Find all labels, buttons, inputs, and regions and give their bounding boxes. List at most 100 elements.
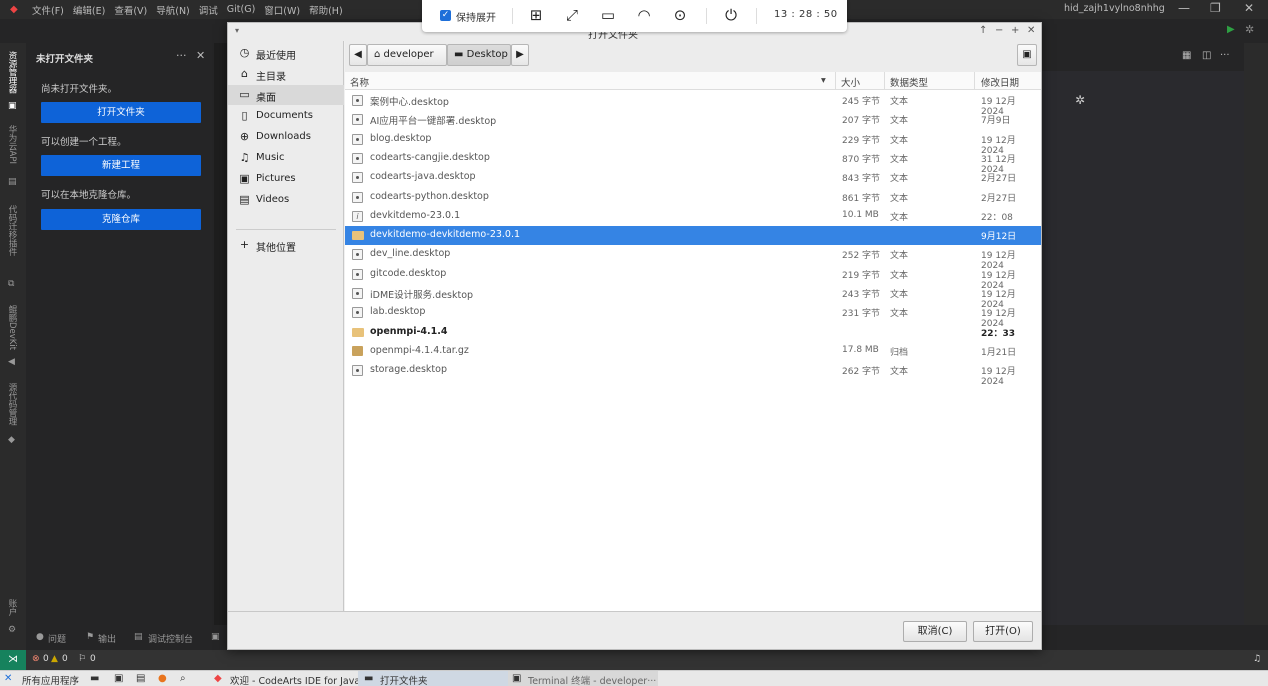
remote-indicator-icon[interactable]: ⋊ [0,650,26,670]
error-count[interactable]: 0 [43,654,49,664]
add-window-icon[interactable]: ⊞ [525,4,547,26]
explorer-icon[interactable]: ▣ [8,101,18,111]
cancel-button[interactable]: 取消(C) [903,621,967,642]
split-editor-icon[interactable]: ◫ [1202,50,1211,61]
show-desktop-icon[interactable]: ▬ [90,673,104,685]
place-videos[interactable]: ▤ Videos [228,190,344,210]
menu-file[interactable]: 文件(F) [32,3,64,17]
terminal-icon[interactable]: ▣ [211,632,220,642]
close-icon[interactable]: ✕ [1244,1,1254,15]
debug-settings-icon[interactable]: ✲ [1245,23,1254,36]
run-icon[interactable]: ▶ [1227,24,1235,35]
api-icon[interactable]: ▤ [8,177,18,187]
sidebar-close-icon[interactable]: ✕ [196,49,205,62]
file-row[interactable]: dev_line.desktop 252 字节 文本 19 12月 2024 [345,245,1041,271]
ports-count[interactable]: 0 [90,654,96,664]
menu-git[interactable]: Git(G) [227,4,256,15]
file-row[interactable]: openmpi-4.1.4 22：33 [345,323,1041,342]
menu-view[interactable]: 查看(V) [114,3,147,17]
file-row[interactable]: lab.desktop 231 字节 文本 19 12月 2024 [345,303,1041,329]
menu-help[interactable]: 帮助(H) [309,3,343,17]
ports-icon[interactable]: ⚐ [78,654,86,664]
file-row[interactable]: gitcode.desktop 219 字节 文本 19 12月 2024 [345,265,1041,291]
col-type[interactable]: 数据类型 [890,75,928,89]
settings-gear-icon[interactable]: ⚙ [8,625,18,635]
dialog-close-icon[interactable]: ✕ [1027,25,1035,36]
place-documents[interactable]: ▯ Documents [228,106,344,126]
tab-problems[interactable]: 问题 [48,632,66,645]
col-name[interactable]: 名称 [350,75,369,89]
file-row[interactable]: blog.desktop 229 字节 文本 19 12月 2024 [345,130,1041,156]
file-row[interactable]: 案例中心.desktop 245 字节 文本 19 12月 2024 [345,91,1041,117]
dialog-maximize-icon[interactable]: + [1011,25,1019,36]
notification-bell-icon[interactable]: ♫ [1253,654,1261,664]
more-icon[interactable]: ⊙ [669,4,691,26]
clone-repo-button[interactable]: 克隆仓库 [41,209,201,230]
network-icon[interactable]: ◠ [633,4,655,26]
activity-api[interactable]: 华为云API [6,125,18,164]
restore-icon[interactable]: ❐ [1210,1,1221,15]
power-icon[interactable]: ⏻ [720,4,742,26]
task-terminal[interactable]: Terminal 终端 - developer··· [528,673,656,686]
tab-output[interactable]: 输出 [98,632,116,645]
file-row[interactable]: devkitdemo-devkitdemo-23.0.1 9月12日 [345,226,1041,246]
window-menu-icon[interactable]: ▾ [235,26,239,35]
editor-more-icon[interactable]: ··· [1220,50,1230,61]
menu-navigate[interactable]: 导航(N) [156,3,190,17]
activity-account[interactable]: 账户 [6,599,18,616]
place-pictures[interactable]: ▣ Pictures [228,169,344,189]
display-icon[interactable]: ▭ [597,4,619,26]
git-icon[interactable]: ◆ [8,435,18,445]
file-row[interactable]: iDME设计服务.desktop 243 字节 文本 19 12月 2024 [345,284,1041,310]
open-folder-button[interactable]: 打开文件夹 [41,102,201,123]
menu-edit[interactable]: 编辑(E) [73,3,105,17]
path-crumb-developer[interactable]: ⌂ developer [367,44,447,66]
col-modified[interactable]: 修改日期 [981,75,1019,89]
place-home[interactable]: ⌂ 主目录 [228,64,344,84]
place-desktop[interactable]: ▭ 桌面 [228,85,344,105]
firefox-icon[interactable]: ● [158,673,172,685]
warning-count[interactable]: 0 [62,654,68,664]
layout-icon[interactable]: ▦ [1182,50,1191,61]
error-icon[interactable]: ⊗ [32,654,40,664]
file-row[interactable]: i devkitdemo-23.0.1 10.1 MB 文本 22：08 [345,207,1041,226]
menu-window[interactable]: 窗口(W) [264,3,300,17]
file-row[interactable]: openmpi-4.1.4.tar.gz 17.8 MB 归档 1月21日 [345,342,1041,361]
activity-devkit[interactable]: 鲲鹏DevKit [6,305,18,350]
place-music[interactable]: ♫ Music [228,148,344,168]
start-menu-icon[interactable]: ✕ [4,673,18,685]
activity-code-check[interactable]: 代码迁移插件 [6,205,18,256]
place-other-locations[interactable]: + 其他位置 [228,235,344,255]
file-row[interactable]: codearts-python.desktop 861 字节 文本 2月27日 [345,188,1041,207]
place-downloads[interactable]: ⊕ Downloads [228,127,344,147]
file-row[interactable]: codearts-cangjie.desktop 870 字节 文本 31 12月 2… [345,149,1041,175]
devkit-icon[interactable]: ◀ [8,357,18,367]
open-button[interactable]: 打开(O) [973,621,1033,642]
path-back-icon[interactable]: ◀ [349,44,367,66]
dialog-minimize-icon[interactable]: − [995,25,1003,36]
warning-icon[interactable]: ▲ [51,654,58,664]
file-row[interactable]: storage.desktop 262 字节 文本 19 12月 2024 [345,361,1041,387]
minimize-icon[interactable]: — [1178,1,1190,15]
search-icon[interactable]: ⌕ [180,673,194,685]
activity-explorer[interactable]: 资源管理器 [6,51,18,94]
new-folder-icon[interactable]: ▣ [1017,44,1037,66]
path-crumb-desktop[interactable]: ▬ Desktop [447,44,511,66]
terminal-launcher-icon[interactable]: ▣ [114,673,128,685]
tab-debug-console[interactable]: 调试控制台 [148,632,193,645]
file-row[interactable]: codearts-java.desktop 843 字节 文本 2月27日 [345,168,1041,187]
new-project-button[interactable]: 新建工程 [41,155,201,176]
welcome-settings-icon[interactable]: ✲ [1075,93,1085,107]
fullscreen-icon[interactable]: ⤢ [561,4,583,26]
task-ide[interactable]: 欢迎 - CodeArts IDE for Java [230,673,360,686]
file-manager-icon[interactable]: ▤ [136,673,150,685]
place-recent[interactable]: ◷ 最近使用 [228,43,344,63]
activity-git[interactable]: 源代码管理 [6,383,18,426]
all-apps-button[interactable]: 所有应用程序 [22,673,79,686]
task-open-folder[interactable]: 打开文件夹 [380,673,428,686]
dialog-keep-above-icon[interactable]: ↑ [979,25,987,36]
path-forward-icon[interactable]: ▶ [511,44,529,66]
file-row[interactable]: AI应用平台一键部署.desktop 207 字节 文本 7月9日 [345,110,1041,129]
keep-expanded-checkbox[interactable]: ✓ [440,10,451,21]
sort-arrow-icon[interactable]: ▾ [821,75,826,86]
